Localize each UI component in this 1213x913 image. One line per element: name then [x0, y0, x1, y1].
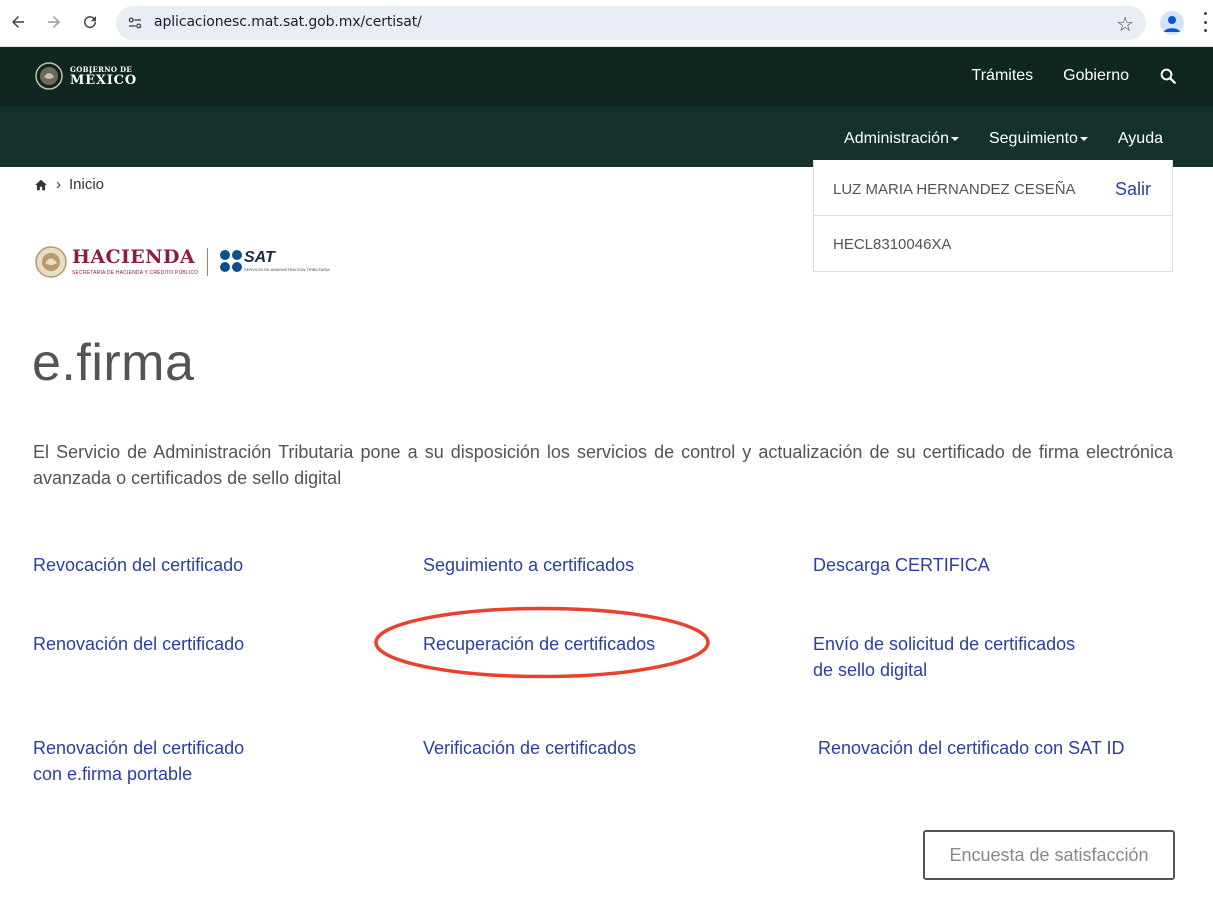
mexico-seal-icon: [35, 62, 63, 90]
survey-button[interactable]: Encuesta de satisfacción: [923, 830, 1175, 880]
link-renovacion-portable-line2: con e.firma portable: [33, 764, 193, 784]
page-intro: El Servicio de Administración Tributaria…: [33, 442, 1173, 488]
link-envio-solicitud[interactable]: Envío de solicitud de certificados de se…: [813, 631, 1075, 683]
bookmark-star-icon[interactable]: ☆: [1116, 12, 1134, 37]
nav-seguimiento-label: Seguimiento: [988, 130, 1078, 147]
link-seguimiento[interactable]: Seguimiento a certificados: [423, 552, 634, 578]
site-info-icon[interactable]: [126, 14, 144, 32]
link-renovacion-portable[interactable]: Renovación del certificado con e.firma p…: [33, 735, 244, 787]
gobierno-mexico-logo[interactable]: GOBIERNO DE MÉXICO: [34, 61, 137, 91]
hacienda-subtitle: SECRETARÍA DE HACIENDA Y CRÉDITO PÚBLICO: [72, 270, 199, 276]
back-arrow-icon: [12, 16, 24, 28]
link-revocacion[interactable]: Revocación del certificado: [33, 552, 243, 578]
address-bar[interactable]: aplicacionesc.mat.sat.gob.mx/certisat/ ☆: [116, 6, 1146, 40]
search-icon[interactable]: [1159, 67, 1177, 85]
logo-divider: [207, 248, 208, 276]
breadcrumb: › Inicio: [34, 176, 104, 193]
url-text: aplicacionesc.mat.sat.gob.mx/certisat/: [154, 14, 422, 30]
hacienda-logo: HACIENDA SECRETARÍA DE HACIENDA Y CRÉDIT…: [34, 245, 198, 279]
back-button[interactable]: [7, 11, 29, 33]
link-renovacion-portable-line1: Renovación del certificado: [33, 738, 245, 758]
gob-top-header: GOBIERNO DE MÉXICO Trámites Gobierno: [0, 47, 1213, 107]
user-session-box: LUZ MARIA HERNANDEZ CESEÑA Salir HECL831…: [813, 160, 1173, 272]
sat-title: SAT: [244, 249, 275, 266]
sat-logo: SAT SERVICIO DE ADMINISTRACIÓN TRIBUTARI…: [220, 250, 330, 272]
reload-button[interactable]: [79, 11, 101, 33]
sat-dots-icon: [220, 250, 242, 272]
browser-menu-icon[interactable]: [1202, 12, 1208, 32]
link-envio-line2: de sello digital: [813, 660, 928, 680]
sat-subtitle: SERVICIO DE ADMINISTRACIÓN TRIBUTARIA: [244, 267, 330, 272]
link-renovacion[interactable]: Renovación del certificado: [33, 631, 244, 657]
forward-arrow-icon: [48, 16, 60, 28]
link-descarga-certifica[interactable]: Descarga CERTIFICA: [813, 552, 990, 578]
caret-down-icon: [950, 136, 959, 141]
logo-line-2: MÉXICO: [70, 72, 137, 88]
logo-line-1: GOBIERNO DE: [70, 64, 133, 74]
user-name: LUZ MARIA HERNANDEZ CESEÑA: [833, 181, 1076, 198]
link-renovacion-satid[interactable]: Renovación del certificado con SAT ID: [818, 735, 1125, 761]
user-rfc: HECL8310046XA: [833, 236, 952, 253]
hacienda-title: HACIENDA: [72, 246, 195, 268]
forward-button[interactable]: [43, 11, 65, 33]
logout-link[interactable]: Salir: [1115, 179, 1151, 200]
link-recuperacion[interactable]: Recuperación de certificados: [423, 631, 655, 657]
home-icon[interactable]: [34, 178, 48, 192]
nav-ayuda[interactable]: Ayuda: [1118, 130, 1163, 148]
nav-administracion-label: Administración: [844, 130, 949, 147]
page-title: e.firma: [32, 334, 195, 392]
nav-seguimiento[interactable]: Seguimiento: [989, 130, 1088, 148]
tramites-link[interactable]: Trámites: [972, 67, 1034, 85]
breadcrumb-inicio[interactable]: Inicio: [69, 176, 104, 193]
nav-administracion[interactable]: Administración: [844, 130, 959, 148]
browser-toolbar: aplicacionesc.mat.sat.gob.mx/certisat/ ☆: [0, 0, 1213, 47]
app-navigation-bar: Administración Seguimiento Ayuda: [0, 107, 1213, 167]
link-envio-line1: Envío de solicitud de certificados: [813, 634, 1076, 654]
profile-avatar-icon[interactable]: [1160, 11, 1184, 35]
gobierno-link[interactable]: Gobierno: [1063, 67, 1129, 85]
hacienda-seal-icon: [35, 246, 67, 278]
caret-down-icon: [1079, 136, 1088, 141]
reload-icon: [84, 16, 97, 29]
link-verificacion[interactable]: Verificación de certificados: [423, 735, 636, 761]
chevron-right-icon: ›: [56, 176, 61, 193]
